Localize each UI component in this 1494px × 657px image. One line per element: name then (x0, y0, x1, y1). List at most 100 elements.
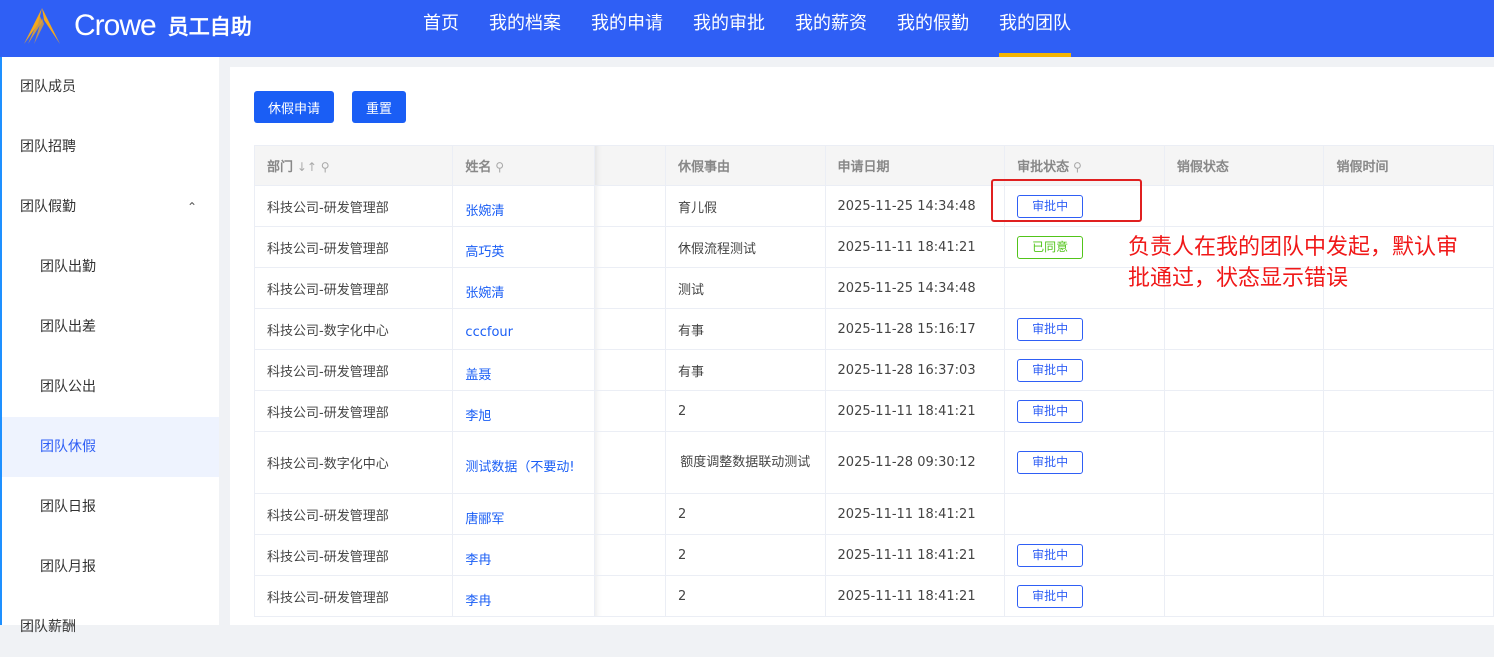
cell-text: 科技公司-研发管理部 (267, 282, 389, 298)
status-badge: 审批中 (1017, 358, 1084, 382)
employee-name-link[interactable]: 李冉 (465, 553, 491, 568)
logo-text: Crowe (74, 9, 157, 42)
table-cell (1163, 185, 1325, 227)
cell-text: 2025-11-25 14:34:48 (837, 198, 976, 214)
main-nav: 首页 我的档案 我的申请 我的审批 我的薪资 我的假勤 我的团队 (408, 0, 1086, 57)
table-row: 科技公司-研发管理部 唐郦军 2 2025-11-11 18:41:21 (253, 493, 1494, 535)
table-cell: 科技公司-研发管理部 (253, 493, 454, 535)
cell-text: 2025-11-11 18:41:21 (837, 506, 976, 522)
employee-name-link[interactable]: 张婉清 (465, 286, 504, 301)
employee-name-link[interactable]: 盖聂 (465, 368, 491, 383)
table-cell (1163, 575, 1325, 617)
search-icon[interactable]: ⚲ (317, 160, 330, 174)
table-cell: 李旭 (452, 390, 596, 432)
cell-text: 2025-11-28 15:16:17 (837, 321, 976, 337)
table-cell (1163, 390, 1325, 432)
sidebar-item[interactable]: 团队假勤 ⌃ (2, 177, 219, 237)
table-row: 科技公司-数字化中心 cccfour 有事 2025-11-28 15:16:17 审批… (253, 308, 1494, 350)
status-badge: 审批中 (1017, 451, 1084, 474)
nav-item[interactable]: 我的薪资 (780, 0, 882, 57)
table-cell (1323, 575, 1494, 617)
reset-button[interactable]: 重置 (352, 91, 407, 123)
table-cell: 休假流程测试 (664, 226, 826, 268)
table-cell: 科技公司-研发管理部 (253, 226, 454, 268)
table-cell: 科技公司-研发管理部 (253, 349, 454, 391)
sidebar-item[interactable]: 团队休假 (2, 417, 219, 477)
cell-text: 科技公司-研发管理部 (267, 405, 389, 421)
cell-text: 2025-11-11 18:41:21 (837, 403, 976, 419)
column-header-label: 姓名 (465, 160, 492, 175)
search-icon[interactable]: ⚲ (1069, 160, 1082, 174)
nav-item[interactable]: 我的团队 (984, 0, 1086, 57)
cell-text: 科技公司-研发管理部 (267, 241, 389, 257)
column-header: 部门 ↓↑ ⚲ (253, 145, 454, 186)
employee-name-link[interactable]: 测试数据（不要动! (465, 460, 574, 475)
cell-text: 科技公司-数字化中心 (267, 457, 389, 472)
logo: Crowe 员工自助 (20, 6, 252, 46)
nav-item[interactable]: 首页 (408, 0, 474, 57)
crowe-logo-icon (24, 8, 60, 44)
nav-item[interactable]: 我的档案 (474, 0, 576, 57)
table-cell (594, 575, 666, 617)
cell-text: 2025-11-28 09:30:12 (837, 455, 976, 470)
column-header: 姓名 ⚲ (452, 145, 596, 186)
status-badge: 审批中 (1017, 584, 1084, 608)
column-header: 休假事由 (664, 145, 826, 186)
table-cell (594, 534, 666, 576)
nav-item[interactable]: 我的申请 (576, 0, 678, 57)
employee-name-link[interactable]: cccfour (465, 325, 513, 340)
column-header-label: 休假事由 (677, 160, 730, 175)
employee-name-link[interactable]: 唐郦军 (465, 512, 504, 527)
app-name: 员工自助 (167, 15, 252, 39)
table-cell: 审批中 (1004, 575, 1165, 617)
table-cell: 张婉清 (452, 267, 596, 309)
leave-apply-button[interactable]: 休假申请 (254, 91, 335, 123)
table-cell (1163, 493, 1325, 535)
nav-item[interactable]: 我的审批 (678, 0, 780, 57)
table-row: 科技公司-研发管理部 李冉 2 2025-11-11 18:41:21 审批中 (253, 534, 1494, 576)
table-cell (594, 226, 666, 268)
status-badge: 审批中 (1017, 317, 1084, 341)
sidebar-item[interactable]: 团队成员 (2, 57, 219, 117)
column-header-label: 销假状态 (1176, 160, 1229, 175)
table-cell (1323, 493, 1494, 535)
table-cell: 测试 (664, 267, 826, 309)
sidebar-item[interactable]: 团队公出 (2, 357, 219, 417)
sidebar-item[interactable]: 团队出差 (2, 297, 219, 357)
leave-table: 部门 ↓↑ ⚲ 姓名 ⚲ 休假事由 申请日期 审批状态 ⚲ 销假状态 销假时间 科技公司-研… (253, 145, 1494, 617)
table-cell: 2025-11-28 16:37:03 (824, 349, 1006, 391)
column-header-label: 销假时间 (1336, 160, 1389, 175)
table-cell: 科技公司-研发管理部 (253, 575, 454, 617)
table-cell: 审批中 (1004, 390, 1165, 432)
cell-text: 科技公司-研发管理部 (267, 364, 389, 380)
sidebar-item[interactable]: 团队出勤 (2, 237, 219, 297)
table-cell: 审批中 (1004, 349, 1165, 391)
cell-text: 科技公司-研发管理部 (267, 549, 389, 565)
sort-icon[interactable]: ↓↑ (293, 160, 317, 174)
table-cell: 唐郦军 (452, 493, 596, 535)
employee-name-link[interactable]: 高巧英 (465, 245, 504, 260)
sidebar-item[interactable]: 团队招聘 (2, 117, 219, 177)
status-badge: 审批中 (1017, 399, 1084, 423)
sidebar-item[interactable]: 团队薪酬 (2, 597, 219, 657)
search-icon[interactable]: ⚲ (491, 160, 504, 174)
employee-name-link[interactable]: 李冉 (465, 594, 491, 609)
cell-text: 有事 (677, 323, 704, 339)
chevron-up-icon[interactable]: ⌃ (187, 177, 197, 237)
table-cell: 审批中 (1004, 308, 1165, 350)
status-badge: 已同意 (1017, 235, 1084, 259)
column-header: 申请日期 (824, 145, 1006, 186)
sidebar-item-label: 团队招聘 (20, 139, 76, 155)
table-cell: 2025-11-25 14:34:48 (824, 185, 1006, 227)
table-row: 科技公司-研发管理部 李冉 2 2025-11-11 18:41:21 审批中 (253, 575, 1494, 617)
table-cell (1323, 349, 1494, 391)
table-cell: cccfour (452, 308, 596, 350)
cell-text: 2 (677, 588, 687, 604)
sidebar-item[interactable]: 团队月报 (2, 537, 219, 597)
employee-name-link[interactable]: 张婉清 (465, 204, 504, 219)
sidebar-item[interactable]: 团队日报 (2, 477, 219, 537)
employee-name-link[interactable]: 李旭 (465, 409, 491, 424)
table-cell: 育儿假 (664, 185, 826, 227)
table-cell: 额度调整数据联动测试 (664, 431, 826, 494)
nav-item[interactable]: 我的假勤 (882, 0, 984, 57)
